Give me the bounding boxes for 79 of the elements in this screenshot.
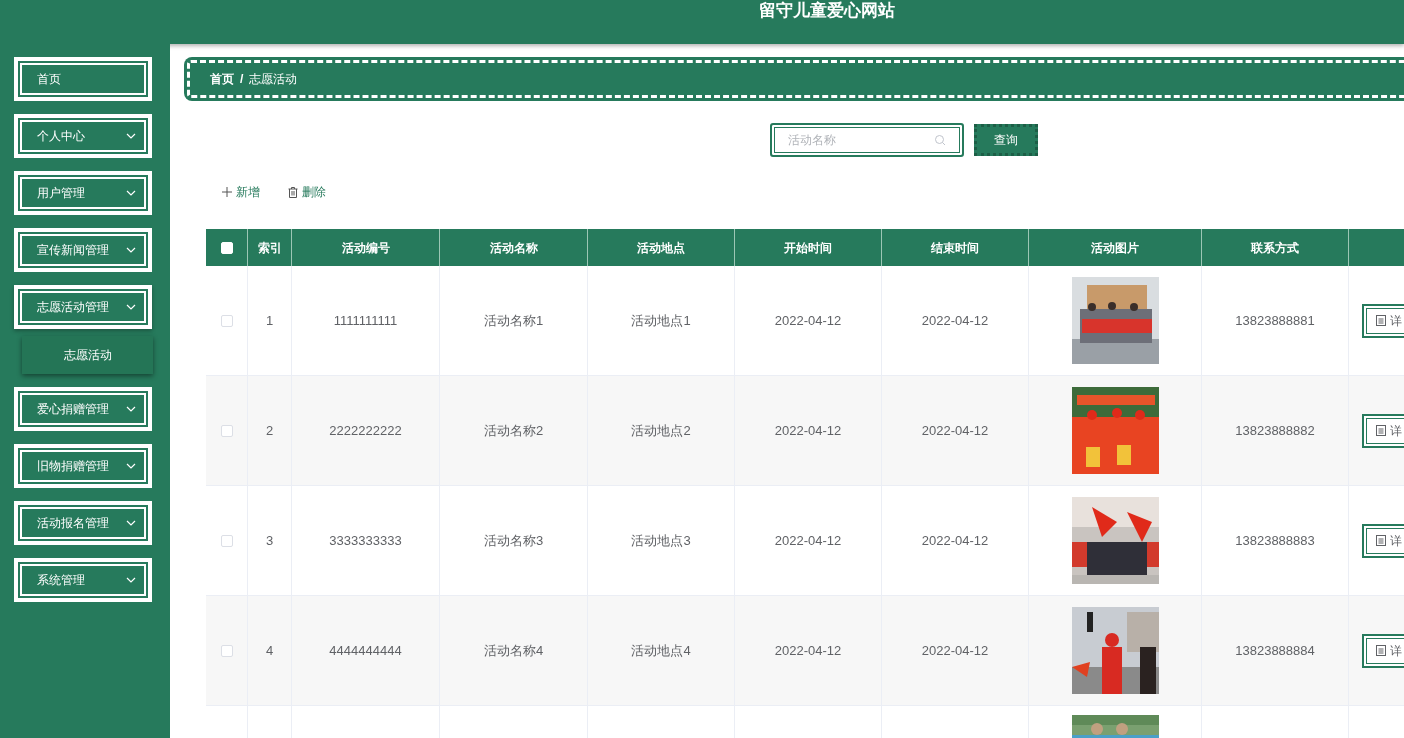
sidebar-item[interactable]: 活动报名管理 [14,501,152,545]
search-icon [934,134,946,146]
table-cell-text: 活动地点3 [631,531,691,550]
table-cell-text: 3333333333 [329,531,402,550]
table-cell-text: 2022-04-12 [921,311,989,330]
search-button[interactable]: 查询 [974,124,1038,156]
table-cell-text: 活动名称2 [483,421,544,440]
chevron-down-icon [126,520,136,526]
table-cell-text: 2022-04-12 [774,531,842,550]
table-cell-text: 2022-04-12 [774,641,842,660]
table-cell-text: 2022-04-12 [774,421,842,440]
detail-button[interactable]: 详 [1362,633,1404,668]
sidebar-label: 爱心捐赠管理 [37,401,109,418]
checkbox[interactable] [220,314,233,327]
table-cell-text: 活动名称1 [483,311,544,330]
sidebar-item[interactable]: 用户管理 [14,171,152,215]
sidebar-item[interactable]: 志愿活动管理 [14,285,152,329]
document-icon [1376,315,1386,326]
site-title: 留守儿童爱心网站 [759,0,895,22]
table-cell-text: 1111111111 [333,311,398,330]
table-cell-text: 活动名称4 [483,641,544,660]
search-field[interactable]: 活动名称 [770,123,964,157]
sidebar-label: 系统管理 [37,572,85,589]
delete-button[interactable]: 删除 [288,183,326,201]
sidebar-label: 首页 [37,71,61,88]
checkbox[interactable] [220,644,233,657]
breadcrumb-link[interactable]: 首页 [210,70,234,88]
breadcrumb-link[interactable]: 志愿活动 [249,70,298,88]
sidebar-item[interactable]: 宣传新闻管理 [14,228,152,272]
chevron-down-icon [126,190,136,196]
table-cell-text: 3 [265,531,274,550]
table-cell-text: 活动地点1 [631,311,691,330]
sidebar-label: 旧物捐赠管理 [37,458,109,475]
table-cell-text: 2022-04-12 [921,531,989,550]
table-cell-text: 2222222222 [329,421,402,440]
chevron-down-icon [126,577,136,583]
table-cell-text: 2022-04-12 [921,641,989,660]
trash-icon [288,186,298,198]
table-cell-text: 13823888882 [1235,421,1315,440]
search-input[interactable]: 活动名称 [788,131,928,149]
sidebar-label: 个人中心 [37,128,85,145]
table-cell-text: 13823888883 [1235,531,1315,550]
chevron-down-icon [126,247,136,253]
checkbox[interactable] [220,424,233,437]
sidebar-subitem[interactable]: 志愿活动 [22,336,153,374]
plus-icon [222,187,232,197]
table-cell-text: 4444444444 [329,641,402,660]
checkbox[interactable] [220,534,233,547]
sidebar-item[interactable]: 系统管理 [14,558,152,602]
detail-button[interactable]: 详 [1362,413,1404,448]
document-icon [1376,645,1386,656]
sidebar-label: 志愿活动管理 [37,299,109,316]
table-cell-text: 13823888881 [1235,311,1315,330]
chevron-down-icon [126,133,136,139]
sidebar-label: 活动报名管理 [37,515,109,532]
sidebar-item[interactable]: 旧物捐赠管理 [14,444,152,488]
chevron-down-icon [126,463,136,469]
table-cell-text: 活动名称3 [483,531,544,550]
breadcrumb-separator: / [240,71,244,88]
table-cell-text: 2022-04-12 [774,311,842,330]
add-button[interactable]: 新增 [222,183,260,201]
sidebar-item[interactable]: 爱心捐赠管理 [14,387,152,431]
sidebar-label: 宣传新闻管理 [37,242,109,259]
detail-button[interactable]: 详 [1362,523,1404,558]
table-cell-text: 1 [265,311,274,330]
table-cell-text: 4 [265,641,274,660]
table-cell-text: 2022-04-12 [921,421,989,440]
document-icon [1376,425,1386,436]
sidebar-item[interactable]: 个人中心 [14,114,152,158]
table-cell-text: 活动地点4 [631,641,691,660]
table-cell-text: 13823888884 [1235,641,1315,660]
document-icon [1376,535,1386,546]
sidebar-label: 用户管理 [37,185,85,202]
chevron-down-icon [126,304,136,310]
detail-button[interactable]: 详 [1362,303,1404,338]
table-cell-text: 2 [265,421,274,440]
sidebar-item[interactable]: 首页 [14,57,152,101]
chevron-down-icon [126,406,136,412]
table-cell-text: 活动地点2 [631,421,691,440]
